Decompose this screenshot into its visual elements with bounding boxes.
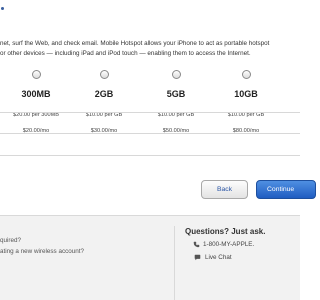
continue-button[interactable]: Continue bbox=[256, 180, 316, 199]
plan-radio-5gb[interactable] bbox=[171, 70, 181, 79]
plan-name: 5GB bbox=[166, 89, 186, 99]
plan-option-300mb[interactable]: 300MB $20.00 per 300MB $20.00/mo bbox=[1, 70, 71, 134]
help-title: Questions? Just ask. bbox=[185, 227, 266, 236]
partial-heading-fragment bbox=[0, 3, 20, 11]
live-chat-link[interactable]: Live Chat bbox=[205, 254, 232, 261]
plan-name: 10GB bbox=[234, 89, 258, 99]
plan-radio-2gb[interactable] bbox=[99, 70, 109, 79]
plan-divider-bottom bbox=[0, 155, 300, 156]
intro-line-1: net, surf the Web, and check email. Mobi… bbox=[0, 40, 270, 47]
back-button[interactable]: Back bbox=[201, 180, 248, 199]
plan-option-10gb[interactable]: 10GB $10.00 per GB $80.00/mo bbox=[211, 70, 281, 134]
footer-question-2[interactable]: ating a new wireless account? bbox=[0, 248, 84, 255]
plan-option-5gb[interactable]: 5GB $10.00 per GB $50.00/mo bbox=[141, 70, 211, 134]
plan-radio-300mb[interactable] bbox=[31, 70, 41, 79]
phone-number: 1-800-MY-APPLE. bbox=[203, 241, 255, 248]
intro-line-2: or other devices — including iPad and iP… bbox=[0, 50, 251, 57]
plan-options: 300MB $20.00 per 300MB $20.00/mo 2GB $10… bbox=[0, 70, 300, 150]
phone-icon bbox=[193, 241, 200, 248]
plan-name: 2GB bbox=[94, 89, 114, 99]
footer-panel: quired? ating a new wireless account? Qu… bbox=[0, 215, 300, 300]
chat-bubble-icon bbox=[194, 254, 201, 261]
plan-option-2gb[interactable]: 2GB $10.00 per GB $30.00/mo bbox=[69, 70, 139, 134]
plan-divider-top bbox=[0, 112, 300, 113]
plan-radio-10gb[interactable] bbox=[241, 70, 251, 79]
footer-divider bbox=[174, 226, 175, 300]
plan-divider-middle bbox=[0, 133, 300, 134]
intro-description: net, surf the Web, and check email. Mobi… bbox=[0, 39, 300, 59]
footer-question-1[interactable]: quired? bbox=[0, 237, 21, 244]
plan-name: 300MB bbox=[21, 89, 51, 99]
